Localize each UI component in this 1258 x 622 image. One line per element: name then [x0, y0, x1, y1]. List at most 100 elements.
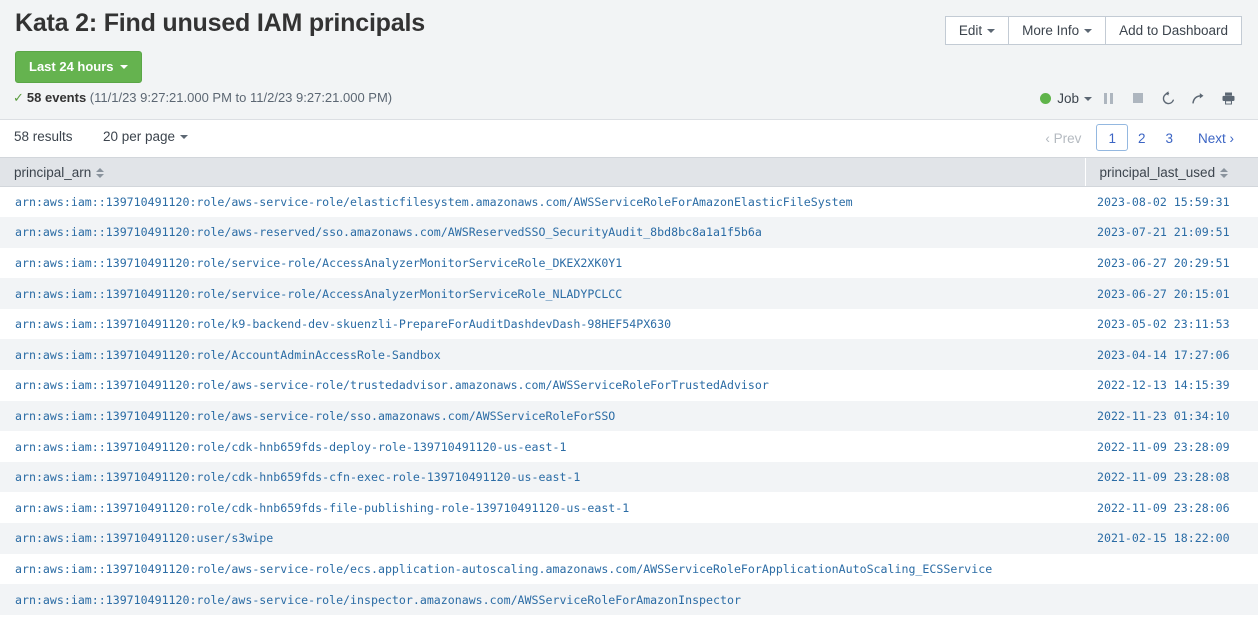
table-row: arn:aws:iam::139710491120:role/aws-servi… [0, 400, 1258, 432]
principal-arn-link[interactable]: arn:aws:iam::139710491120:role/aws-servi… [15, 409, 615, 423]
print-icon[interactable] [1214, 87, 1242, 109]
event-count-summary: ✓ 58 events (11/1/23 9:27:21.000 PM to 11… [13, 90, 392, 106]
table-row: arn:aws:iam::139710491120:role/AccountAd… [0, 339, 1258, 371]
cell-principal-last-used: 2022-12-13 14:15:39 [1085, 370, 1258, 401]
per-page-label: 20 per page [103, 129, 176, 144]
cell-principal-last-used: 2023-05-02 23:11:53 [1085, 308, 1258, 340]
cell-principal-last-used: 2022-11-09 23:28:09 [1085, 431, 1258, 462]
chevron-down-icon [1084, 29, 1093, 33]
cell-principal-last-used: 2022-11-09 23:28:06 [1085, 492, 1258, 524]
principal-last-used-link[interactable]: 2023-07-21 21:09:51 [1097, 225, 1230, 239]
cell-principal-last-used: 2022-11-23 01:34:10 [1085, 400, 1258, 432]
principal-last-used-link[interactable]: 2023-05-02 23:11:53 [1097, 317, 1230, 331]
refresh-icon[interactable] [1154, 87, 1182, 109]
principal-arn-link[interactable]: arn:aws:iam::139710491120:role/cdk-hnb65… [15, 470, 580, 484]
table-row: arn:aws:iam::139710491120:role/aws-servi… [0, 370, 1258, 401]
add-to-dashboard-button[interactable]: Add to Dashboard [1105, 16, 1242, 45]
pagination-page-2[interactable]: 2 [1128, 124, 1156, 151]
principal-arn-link[interactable]: arn:aws:iam::139710491120:user/s3wipe [15, 531, 273, 545]
principal-arn-link[interactable]: arn:aws:iam::139710491120:role/aws-reser… [15, 225, 762, 239]
cell-principal-arn: arn:aws:iam::139710491120:role/service-r… [0, 278, 1085, 309]
chevron-down-icon [119, 65, 128, 69]
header-button-group: Edit More Info Add to Dashboard [944, 16, 1242, 45]
table-row: arn:aws:iam::139710491120:role/service-r… [0, 247, 1258, 279]
cell-principal-last-used: 2023-06-27 20:15:01 [1085, 278, 1258, 309]
principal-arn-link[interactable]: arn:aws:iam::139710491120:role/aws-servi… [15, 378, 769, 392]
column-header-principal-last-used[interactable]: principal_last_used [1084, 157, 1258, 187]
principal-arn-link[interactable]: arn:aws:iam::139710491120:role/cdk-hnb65… [15, 440, 566, 454]
principal-last-used-link[interactable]: 2023-08-02 15:59:31 [1097, 195, 1230, 209]
pagination-prev-label: Prev [1053, 131, 1082, 146]
principal-last-used-link[interactable]: 2022-11-23 01:34:10 [1097, 409, 1230, 423]
table-row: arn:aws:iam::139710491120:role/k9-backen… [0, 308, 1258, 340]
cell-principal-last-used: 2023-07-21 21:09:51 [1085, 217, 1258, 248]
chevron-down-icon [987, 29, 996, 33]
principal-last-used-link[interactable]: 2023-06-27 20:29:51 [1097, 256, 1230, 270]
pagination-next[interactable]: Next › [1183, 124, 1244, 151]
principal-arn-link[interactable]: arn:aws:iam::139710491120:role/cdk-hnb65… [15, 501, 629, 515]
principal-last-used-link[interactable]: 2021-02-15 18:22:00 [1097, 531, 1230, 545]
results-table-head: principal_arn principal_last_used [0, 157, 1258, 187]
per-page-selector[interactable]: 20 per page [103, 129, 189, 144]
table-row: arn:aws:iam::139710491120:role/aws-servi… [0, 553, 1258, 585]
page-header: Kata 2: Find unused IAM principals Edit … [0, 0, 1258, 120]
job-menu[interactable]: Job [1057, 91, 1092, 106]
principal-arn-link[interactable]: arn:aws:iam::139710491120:role/aws-servi… [15, 562, 992, 576]
principal-last-used-link[interactable]: 2022-11-09 23:28:06 [1097, 501, 1230, 515]
cell-principal-arn: arn:aws:iam::139710491120:role/cdk-hnb65… [0, 431, 1085, 462]
edit-button[interactable]: Edit [944, 16, 1010, 45]
principal-last-used-link[interactable]: 2023-04-14 17:27:06 [1097, 348, 1230, 362]
chevron-down-icon [1084, 96, 1092, 101]
cell-principal-arn: arn:aws:iam::139710491120:role/cdk-hnb65… [0, 492, 1085, 524]
pagination-page-1[interactable]: 1 [1096, 124, 1128, 151]
cell-principal-last-used [1085, 553, 1258, 585]
cell-principal-last-used: 2022-11-09 23:28:08 [1085, 461, 1258, 493]
cell-principal-last-used: 2023-08-02 15:59:31 [1085, 186, 1258, 218]
principal-arn-link[interactable]: arn:aws:iam::139710491120:role/k9-backen… [15, 317, 671, 331]
share-icon[interactable] [1184, 87, 1212, 109]
check-icon: ✓ [13, 90, 24, 105]
table-row: arn:aws:iam::139710491120:role/cdk-hnb65… [0, 492, 1258, 524]
principal-arn-link[interactable]: arn:aws:iam::139710491120:role/AccountAd… [15, 348, 441, 362]
principal-arn-link[interactable]: arn:aws:iam::139710491120:role/service-r… [15, 256, 622, 270]
cell-principal-arn: arn:aws:iam::139710491120:user/s3wipe [0, 523, 1085, 554]
principal-last-used-link[interactable]: 2022-12-13 14:15:39 [1097, 378, 1230, 392]
cell-principal-arn: arn:aws:iam::139710491120:role/aws-servi… [0, 553, 1085, 585]
pause-icon[interactable] [1094, 87, 1122, 109]
job-menu-label: Job [1057, 90, 1079, 106]
column-header-principal-arn[interactable]: principal_arn [0, 157, 1085, 187]
sort-icon [1220, 167, 1229, 179]
pagination-prev[interactable]: ‹ Prev [1035, 124, 1096, 151]
cell-principal-arn: arn:aws:iam::139710491120:role/service-r… [0, 247, 1085, 279]
more-info-button[interactable]: More Info [1008, 16, 1107, 45]
job-toolbar: Job [1040, 86, 1242, 110]
cell-principal-arn: arn:aws:iam::139710491120:role/aws-servi… [0, 400, 1085, 432]
table-row: arn:aws:iam::139710491120:role/aws-servi… [0, 584, 1258, 615]
pagination-page-3[interactable]: 3 [1155, 124, 1183, 151]
principal-arn-link[interactable]: arn:aws:iam::139710491120:role/service-r… [15, 287, 622, 301]
principal-last-used-link[interactable]: 2022-11-09 23:28:08 [1097, 470, 1230, 484]
results-toolbar: 58 results 20 per page ‹ Prev 1 2 3 Next… [0, 120, 1258, 157]
table-row: arn:aws:iam::139710491120:role/cdk-hnb65… [0, 431, 1258, 462]
cell-principal-arn: arn:aws:iam::139710491120:role/AccountAd… [0, 339, 1085, 371]
cell-principal-arn: arn:aws:iam::139710491120:role/cdk-hnb65… [0, 461, 1085, 493]
sort-icon [96, 167, 105, 179]
results-count: 58 results [14, 129, 73, 144]
event-time-range: (11/1/23 9:27:21.000 PM to 11/2/23 9:27:… [89, 90, 393, 105]
principal-last-used-link[interactable]: 2022-11-09 23:28:09 [1097, 440, 1230, 454]
cell-principal-last-used: 2023-06-27 20:29:51 [1085, 247, 1258, 279]
pagination-next-label: Next [1197, 131, 1226, 146]
cell-principal-arn: arn:aws:iam::139710491120:role/aws-reser… [0, 217, 1085, 248]
principal-arn-link[interactable]: arn:aws:iam::139710491120:role/aws-servi… [15, 195, 853, 209]
cell-principal-arn: arn:aws:iam::139710491120:role/aws-servi… [0, 584, 1085, 615]
cell-principal-last-used: 2023-04-14 17:27:06 [1085, 339, 1258, 371]
column-header-principal-arn-label: principal_arn [14, 164, 92, 180]
column-header-principal-last-used-label: principal_last_used [1099, 164, 1216, 180]
time-range-picker[interactable]: Last 24 hours [15, 51, 142, 83]
table-row: arn:aws:iam::139710491120:role/cdk-hnb65… [0, 461, 1258, 493]
stop-icon[interactable] [1124, 87, 1152, 109]
job-status-dot [1040, 92, 1052, 104]
principal-arn-link[interactable]: arn:aws:iam::139710491120:role/aws-servi… [15, 593, 741, 607]
more-info-button-label: More Info [1022, 23, 1080, 38]
principal-last-used-link[interactable]: 2023-06-27 20:15:01 [1097, 287, 1230, 301]
